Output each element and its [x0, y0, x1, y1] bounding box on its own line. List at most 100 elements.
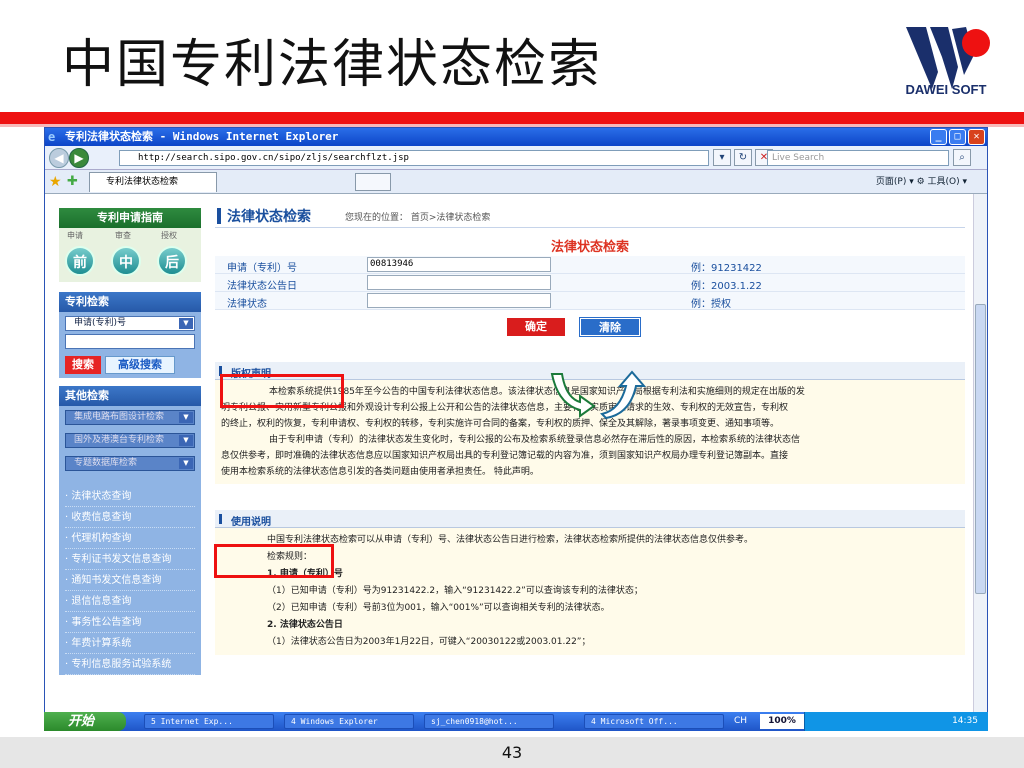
vertical-scrollbar[interactable]	[973, 194, 987, 714]
field-row-legal-status: 法律状态 例：授权	[215, 292, 965, 310]
sidebar-link[interactable]: · 退信信息查询	[65, 591, 195, 612]
new-tab-button[interactable]	[355, 173, 391, 191]
minimize-button[interactable]: _	[930, 129, 947, 145]
language-indicator[interactable]: CH	[734, 716, 747, 726]
usage-line: 检索规则：	[267, 552, 313, 562]
guide-step-label: 授权	[161, 231, 177, 240]
add-favorites-icon[interactable]: ✚	[67, 174, 78, 189]
search-button[interactable]: 搜索	[65, 356, 101, 374]
clear-button[interactable]: 清除	[579, 317, 641, 337]
guide-after-button[interactable]: 后	[157, 246, 187, 276]
logo-text: DAWEI SOFT	[905, 82, 987, 97]
guide-before-button[interactable]: 前	[65, 246, 95, 276]
search-type-select[interactable]: 申请(专利)号 ▼	[65, 316, 195, 331]
sidebar-link[interactable]: · 专利信息服务试验系统	[65, 654, 195, 675]
sidebar-link[interactable]: · 年费计算系统	[65, 633, 195, 654]
topic-db-select[interactable]: 专题数据库检索 ▼	[65, 456, 195, 471]
usage-line: 1. 申请（专利）号	[267, 569, 343, 579]
patent-search-panel: 申请(专利)号 ▼ 搜索 高级搜索	[59, 312, 201, 378]
taskbar-item-mail[interactable]: sj_chen0918@hot...	[424, 714, 554, 729]
other-search-title: 其他检索	[59, 386, 201, 406]
usage-line: （1）法律状态公告日为2003年1月22日，可键入“20030122或2003.…	[267, 637, 591, 647]
usage-line: （1）已知申请（专利）号为91231422.2，输入“91231422.2”可以…	[267, 586, 643, 596]
ic-layout-select[interactable]: 集成电路布图设计检索 ▼	[65, 410, 195, 425]
highlight-box-copyright	[220, 374, 344, 408]
field-label: 法律状态公告日	[227, 281, 297, 292]
sidebar-link[interactable]: · 事务性公告查询	[65, 612, 195, 633]
main-pane: 法律状态检索 您现在的位置： 首页>法律状态检索 法律状态检索 申请（专利）号 …	[215, 194, 965, 714]
sidebar-search-input[interactable]	[65, 334, 195, 349]
legal-status-input[interactable]	[367, 293, 551, 308]
copyright-line: 息仅供参考，即时准确的法律状态信息应以国家知识产权局出具的专利登记簿记载的内容为…	[221, 451, 789, 461]
page-title: 法律状态检索	[227, 209, 311, 225]
form-title: 法律状态检索	[550, 240, 629, 255]
guide-step-label: 申请	[67, 231, 83, 240]
sidebar-link[interactable]: · 收费信息查询	[65, 507, 195, 528]
other-search-panel: 集成电路布图设计检索 ▼ 国外及港澳台专利检索 ▼ 专题数据库检索 ▼	[59, 406, 201, 480]
advanced-search-button[interactable]: 高级搜索	[105, 356, 175, 374]
chevron-down-icon[interactable]: ▼	[179, 435, 193, 446]
select-label: 集成电路布图设计检索	[74, 412, 165, 422]
maximize-button[interactable]: □	[949, 129, 966, 145]
breadcrumb: 您现在的位置： 首页>法律状态检索	[345, 213, 491, 223]
taskbar-item-office[interactable]: 4 Microsoft Off...	[584, 714, 724, 729]
usage-header: 使用说明	[215, 510, 965, 528]
ie-window: e 专利法律状态检索 - Windows Internet Explorer _…	[44, 127, 988, 731]
select-label: 国外及港澳台专利检索	[74, 435, 165, 445]
search-icon[interactable]: ⌕	[953, 149, 971, 166]
scroll-thumb[interactable]	[975, 304, 986, 594]
ie-icon: e	[48, 130, 56, 144]
sidebar-link[interactable]: · 通知书发文信息查询	[65, 570, 195, 591]
back-button[interactable]: ◀	[49, 148, 69, 168]
sidebar-links: · 法律状态查询 · 收费信息查询 · 代理机构查询 · 专利证书发文信息查询 …	[59, 480, 201, 675]
guide-panel: 申请 审查 授权 前 中 后	[59, 228, 201, 282]
chevron-down-icon[interactable]: ▼	[179, 318, 193, 329]
sidebar-link[interactable]: · 法律状态查询	[65, 486, 195, 507]
chevron-down-icon[interactable]: ▼	[179, 458, 193, 469]
copyright-line: 使用本检索系统的法律状态信息引发的各类问题由使用者承担责任。 特此声明。	[221, 467, 539, 477]
header-red-bar	[0, 112, 1024, 124]
select-label: 专题数据库检索	[74, 458, 138, 468]
slide-footer: 43	[0, 737, 1024, 768]
guide-during-button[interactable]: 中	[111, 246, 141, 276]
sidebar-link[interactable]: · 专利证书发文信息查询	[65, 549, 195, 570]
address-input[interactable]: http://search.sipo.gov.cn/sipo/zljs/sear…	[119, 150, 709, 166]
taskbar-item-ie[interactable]: 5 Internet Exp...	[144, 714, 274, 729]
field-row-app-number: 申请（专利）号 00813946 例：91231422	[215, 256, 965, 274]
main-header: 法律状态检索 您现在的位置： 首页>法律状态检索	[215, 206, 965, 228]
page-content: 专利申请指南 申请 审查 授权 前 中 后 专利检索 申请(专利)号 ▼ 搜索高…	[45, 194, 975, 714]
window-titlebar: e 专利法律状态检索 - Windows Internet Explorer _…	[45, 128, 987, 146]
usage-title: 使用说明	[231, 517, 271, 528]
foreign-patent-select[interactable]: 国外及港澳台专利检索 ▼	[65, 433, 195, 448]
field-example: 例：2003.1.22	[691, 281, 762, 292]
taskbar-item-explorer[interactable]: 4 Windows Explorer	[284, 714, 414, 729]
highlight-box-usage	[214, 544, 334, 578]
field-example: 例：91231422	[691, 263, 762, 274]
start-button[interactable]: 开始	[44, 712, 126, 731]
close-button[interactable]: ✕	[968, 129, 985, 145]
header-accent-bar	[217, 208, 221, 224]
pub-date-input[interactable]	[367, 275, 551, 290]
live-search-input[interactable]: Live Search	[767, 150, 949, 166]
command-bar[interactable]: 页面(P) ▾ ⚙ 工具(O) ▾	[876, 174, 967, 187]
favorites-star-icon[interactable]: ★	[49, 174, 62, 190]
field-row-pub-date: 法律状态公告日 例：2003.1.22	[215, 274, 965, 292]
section-accent-bar	[219, 514, 222, 524]
tab-legal-status[interactable]: 专利法律状态检索	[89, 172, 217, 192]
clock: 14:35	[952, 716, 978, 726]
page-number: 43	[501, 743, 523, 762]
search-type-value: 申请(专利)号	[74, 318, 127, 328]
sidebar-link[interactable]: · 代理机构查询	[65, 528, 195, 549]
form-buttons: 确定 清除	[215, 310, 965, 348]
address-dropdown-icon[interactable]: ▾	[713, 149, 731, 166]
arrows-icon	[550, 370, 647, 420]
refresh-icon[interactable]: ↻	[734, 149, 752, 166]
forward-button[interactable]: ▶	[69, 148, 89, 168]
chevron-down-icon[interactable]: ▼	[179, 412, 193, 423]
guide-title: 专利申请指南	[59, 208, 201, 228]
usage-line: 2. 法律状态公告日	[267, 620, 343, 630]
slide-title: 中国专利法律状态检索	[62, 35, 603, 95]
confirm-button[interactable]: 确定	[507, 318, 565, 336]
app-number-input[interactable]: 00813946	[367, 257, 551, 272]
zoom-indicator: 100%	[760, 714, 804, 729]
